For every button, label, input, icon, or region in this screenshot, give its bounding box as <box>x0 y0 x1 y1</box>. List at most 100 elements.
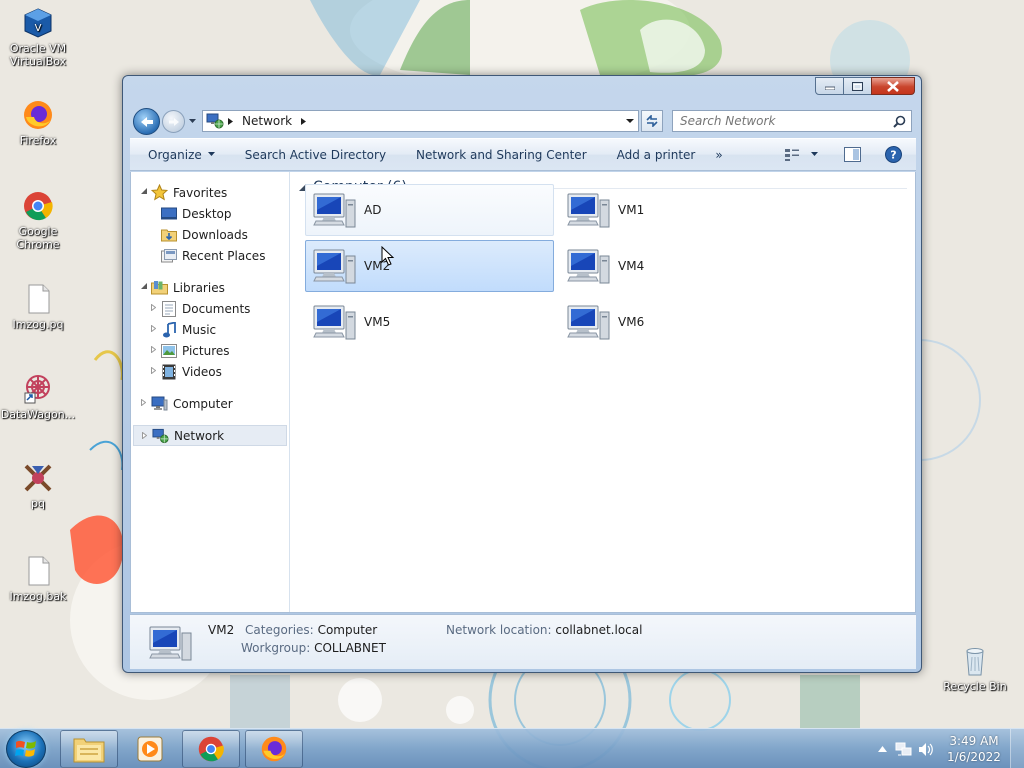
desktop-icon-chrome[interactable]: Google Chrome <box>0 190 76 251</box>
nav-music[interactable]: Music <box>131 319 289 340</box>
show-hidden-icons-icon[interactable] <box>878 746 887 752</box>
address-dropdown-icon[interactable] <box>626 118 634 124</box>
arrow-right-icon <box>168 117 179 126</box>
nav-network-label: Network <box>174 428 225 443</box>
pictures-icon <box>160 343 177 358</box>
desktop-icon-virtualbox[interactable]: V Oracle VM VirtualBox <box>0 7 76 68</box>
nav-computer[interactable]: Computer <box>131 393 289 414</box>
desktop-icon-recycle-bin[interactable]: Recycle Bin <box>937 645 1013 693</box>
desktop-icon-datawagon[interactable]: DataWagon... <box>0 373 76 421</box>
start-button[interactable] <box>6 730 46 768</box>
organize-label: Organize <box>148 147 202 162</box>
datawagon-icon <box>24 375 50 404</box>
desktop-icon-pq[interactable]: pq <box>0 462 76 510</box>
computer-icon <box>313 305 356 340</box>
preview-pane-button[interactable] <box>844 147 861 162</box>
more-commands-button[interactable]: » <box>710 139 737 170</box>
network-status-icon[interactable] <box>895 742 912 757</box>
expand-icon[interactable] <box>142 432 147 439</box>
network-item-vm4[interactable]: VM4 <box>559 240 808 292</box>
breadcrumb-chevron-icon[interactable] <box>301 117 307 125</box>
clock-date: 1/6/2022 <box>947 750 1001 764</box>
mouse-cursor <box>381 246 395 266</box>
back-button[interactable] <box>133 108 160 135</box>
network-sharing-center-button[interactable]: Network and Sharing Center <box>401 139 602 170</box>
search-icon[interactable] <box>893 115 906 128</box>
recent-pages-dropdown-icon[interactable] <box>188 117 197 125</box>
desktop-icon-label: Google Chrome <box>16 225 60 251</box>
network-item-vm1[interactable]: VM1 <box>559 184 808 236</box>
expand-icon[interactable] <box>151 325 156 332</box>
desktop-icon-label: Firefox <box>19 134 57 147</box>
computer-icon <box>567 305 610 340</box>
content-pane: Computer (6) AD VM1 VM2 VM4 VM5 <box>291 172 915 612</box>
network-item-vm5[interactable]: VM5 <box>305 296 554 348</box>
network-icon <box>206 113 224 129</box>
add-printer-button[interactable]: Add a printer <box>602 139 711 170</box>
documents-icon <box>161 300 176 317</box>
breadcrumb-network[interactable]: Network <box>242 114 292 128</box>
show-desktop-button[interactable] <box>1010 729 1024 768</box>
search-active-directory-button[interactable]: Search Active Directory <box>230 139 401 170</box>
nav-pictures[interactable]: Pictures <box>131 340 289 361</box>
network-item-ad[interactable]: AD <box>305 184 554 236</box>
change-view-button[interactable] <box>784 148 818 162</box>
network-item-vm6[interactable]: VM6 <box>559 296 808 348</box>
downloads-folder-icon <box>160 229 177 241</box>
expand-icon[interactable] <box>151 304 156 311</box>
network-item-vm2[interactable]: VM2 <box>305 240 554 292</box>
expand-icon[interactable] <box>141 399 146 406</box>
collapse-icon[interactable] <box>141 188 147 194</box>
search-input[interactable] <box>680 114 880 128</box>
taskbar-firefox[interactable] <box>245 730 303 768</box>
taskbar-media-player[interactable] <box>121 730 179 768</box>
details-item-name: VM2 <box>208 623 235 637</box>
forward-button[interactable] <box>162 110 185 133</box>
expand-icon[interactable] <box>151 346 156 353</box>
nav-libraries[interactable]: Libraries <box>131 277 289 298</box>
music-icon <box>162 321 176 337</box>
nav-network[interactable]: Network <box>133 425 287 446</box>
nav-documents[interactable]: Documents <box>131 298 289 319</box>
taskbar-explorer[interactable] <box>60 730 118 768</box>
taskbar-chrome[interactable] <box>182 730 240 768</box>
nav-favorites[interactable]: Favorites <box>131 182 289 203</box>
details-location: Network location: collabnet.local <box>446 623 642 637</box>
computer-icon <box>313 193 356 228</box>
nav-downloads[interactable]: Downloads <box>131 224 289 245</box>
chevron-down-icon[interactable] <box>811 152 818 157</box>
collapse-icon[interactable] <box>141 283 147 289</box>
nav-videos[interactable]: Videos <box>131 361 289 382</box>
details-pane: VM2 Categories: Computer Workgroup: COLL… <box>130 614 916 669</box>
star-icon <box>151 184 168 201</box>
nav-desktop[interactable]: Desktop <box>131 203 289 224</box>
desktop-icon-firefox[interactable]: Firefox <box>0 99 76 147</box>
volume-icon[interactable] <box>918 742 934 757</box>
help-button[interactable]: ? <box>885 146 902 163</box>
search-box[interactable] <box>672 110 912 132</box>
chrome-icon <box>24 192 53 221</box>
minimize-button[interactable] <box>815 77 844 95</box>
organize-button[interactable]: Organize <box>130 139 230 170</box>
arrow-left-icon <box>140 116 153 127</box>
computer-icon <box>151 396 168 411</box>
command-bar: Organize Search Active Directory Network… <box>130 138 916 171</box>
refresh-button[interactable] <box>641 110 663 132</box>
desktop-icon-imzog-bak[interactable]: Imzog.bak <box>0 555 76 603</box>
firefox-icon <box>261 736 287 762</box>
desktop-icon-label: DataWagon... <box>0 408 76 421</box>
nav-recent-places[interactable]: Recent Places <box>131 245 289 266</box>
nav-downloads-label: Downloads <box>182 227 248 242</box>
network-item-label: VM4 <box>618 259 645 273</box>
expand-icon[interactable] <box>151 367 156 374</box>
close-button[interactable] <box>871 77 915 95</box>
network-icon <box>152 428 169 443</box>
clock[interactable]: 3:49 AM 1/6/2022 <box>938 733 1010 765</box>
details-categories-value: Computer <box>317 623 378 637</box>
virtualbox-icon: V <box>24 8 52 38</box>
address-bar[interactable]: Network <box>202 110 639 132</box>
desktop-icon-imzog-pq[interactable]: Imzog.pq <box>0 283 76 331</box>
recent-places-icon <box>160 248 177 262</box>
maximize-button[interactable] <box>843 77 872 95</box>
details-categories: Categories: Computer <box>245 623 377 637</box>
